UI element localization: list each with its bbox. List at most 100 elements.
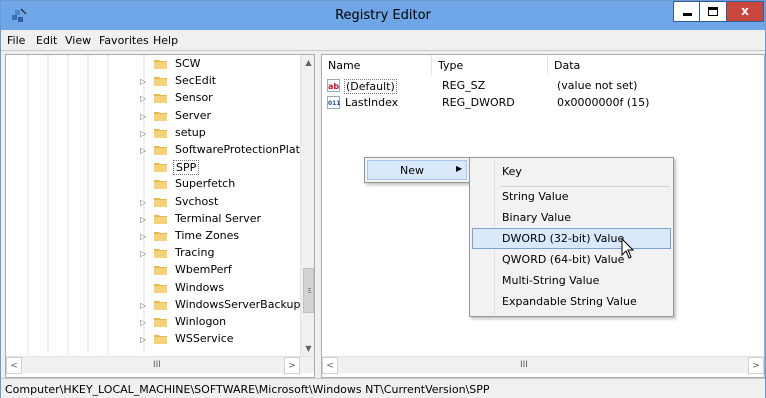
maximize-button[interactable] — [700, 1, 727, 22]
submenu-item-expandable-string-value[interactable]: Expandable String Value — [472, 291, 671, 312]
expand-arrow-icon[interactable]: ▷ — [140, 91, 148, 106]
submenu-item-string-value[interactable]: String Value — [472, 186, 671, 207]
status-bar: Computer\HKEY_LOCAL_MACHINE\SOFTWARE\Mic… — [1, 378, 765, 398]
menu-item-new[interactable]: New ▶ — [367, 160, 467, 180]
column-header-data[interactable]: Data — [548, 55, 764, 75]
tree-hscroll-grip: III — [153, 360, 161, 370]
menu-bar: File Edit View Favorites Help — [1, 30, 765, 51]
tree-item-label: Tracing — [175, 246, 215, 260]
scroll-up-icon[interactable]: ▲ — [301, 55, 314, 70]
folder-icon — [154, 77, 167, 87]
submenu-item-label: Key — [502, 165, 522, 178]
scroll-left-icon[interactable]: < — [6, 357, 22, 374]
grip-icon — [308, 288, 311, 289]
expand-arrow-icon[interactable]: ▷ — [140, 332, 148, 347]
expand-arrow-icon[interactable]: ▷ — [140, 143, 148, 158]
tree-item[interactable]: Superfetch — [6, 176, 302, 193]
value-name: LastIndex — [345, 96, 399, 109]
folder-icon — [154, 214, 167, 224]
menu-edit[interactable]: Edit — [36, 34, 57, 47]
tree-item-label: Sensor — [175, 91, 213, 105]
tree-item[interactable]: ▷ Svchost — [6, 194, 302, 211]
tree-item[interactable]: ▷ SoftwareProtectionPlatfor — [6, 142, 314, 159]
key-path: Computer\HKEY_LOCAL_MACHINE\SOFTWARE\Mic… — [5, 383, 490, 396]
expand-arrow-icon[interactable]: ▷ — [140, 74, 148, 89]
submenu-item-key[interactable]: Key — [472, 161, 671, 182]
tree-item-label: SoftwareProtectionPlatfor — [175, 143, 315, 156]
tree-item-label: Server — [175, 108, 212, 122]
tree-item[interactable]: ▷ SecEdit — [6, 73, 302, 90]
tree-item[interactable]: WbemPerf — [6, 262, 302, 279]
folder-icon — [154, 94, 167, 104]
scroll-left-icon[interactable]: < — [322, 357, 338, 374]
expand-arrow-icon[interactable]: ▷ — [140, 195, 148, 210]
tree-item[interactable]: ▷ Server — [6, 108, 302, 125]
submenu-item-label: Expandable String Value — [502, 295, 637, 308]
expand-arrow-icon[interactable]: ▷ — [140, 109, 148, 124]
expand-arrow-icon[interactable]: ▷ — [140, 246, 148, 261]
string-value-icon: ab — [327, 79, 340, 92]
expand-arrow-icon[interactable]: ▷ — [140, 298, 148, 313]
menu-item-new-label: New — [400, 164, 424, 177]
folder-icon — [154, 146, 167, 155]
new-submenu: Key String Value Binary Value DWORD (32-… — [469, 157, 674, 317]
menu-favorites[interactable]: Favorites — [99, 34, 149, 47]
folder-icon — [154, 111, 167, 121]
folder-icon — [154, 249, 167, 259]
expand-arrow-icon[interactable]: ▷ — [140, 315, 148, 330]
binary-value-icon: 011 — [327, 96, 341, 109]
folder-icon — [154, 60, 167, 69]
value-row[interactable]: ab (Default) REG_SZ (value not set) — [322, 77, 762, 94]
value-data: (value not set) — [557, 79, 638, 92]
tree-item[interactable]: ▷ Winlogon — [6, 314, 302, 331]
tree-item-label: Svchost — [175, 194, 219, 208]
tree-vertical-scrollbar[interactable]: ▲ ▼ — [300, 55, 314, 356]
submenu-item-label: DWORD (32-bit) Value — [502, 232, 625, 245]
submenu-item-label: QWORD (64-bit) Value — [502, 253, 625, 266]
title-bar[interactable]: Registry Editor x — [1, 1, 765, 30]
folder-icon — [154, 318, 167, 327]
tree-item[interactable]: ▷ Time Zones — [6, 228, 302, 245]
list-horizontal-scrollbar[interactable]: < III > — [322, 356, 764, 374]
column-header-name[interactable]: Name — [322, 55, 432, 75]
folder-icon — [154, 335, 167, 345]
tree-item[interactable]: ▷ WSService — [6, 331, 302, 348]
tree-item[interactable]: Windows — [6, 280, 302, 297]
scroll-down-icon[interactable]: ▼ — [301, 341, 314, 356]
tree-scroll-thumb[interactable] — [303, 268, 314, 313]
menu-help[interactable]: Help — [153, 34, 178, 47]
submenu-item-binary-value[interactable]: Binary Value — [472, 207, 671, 228]
tree-item-label: WbemPerf — [175, 263, 232, 277]
scroll-right-icon[interactable]: > — [284, 357, 300, 374]
expand-arrow-icon[interactable]: ▷ — [140, 229, 148, 244]
folder-icon — [154, 128, 167, 138]
minimize-button[interactable] — [673, 1, 700, 22]
tree-item[interactable]: ▷ Tracing — [6, 245, 302, 262]
folder-icon — [154, 232, 167, 241]
tree-item[interactable]: ▷ WindowsServerBackup — [6, 297, 302, 314]
tree-horizontal-scrollbar[interactable]: < III > — [6, 356, 314, 374]
expand-arrow-icon[interactable]: ▷ — [140, 212, 148, 227]
submenu-item-qword-value[interactable]: QWORD (64-bit) Value — [472, 249, 671, 270]
tree-item-label: SecEdit — [175, 74, 217, 88]
folder-icon — [154, 300, 167, 310]
close-button[interactable]: x — [727, 1, 764, 22]
value-type: REG_DWORD — [442, 96, 515, 109]
menu-file[interactable]: File — [7, 34, 25, 47]
scroll-right-icon[interactable]: > — [748, 357, 764, 374]
submenu-item-label: Multi-String Value — [502, 274, 600, 287]
value-row[interactable]: 011 LastIndex REG_DWORD 0x0000000f (15) — [322, 94, 762, 111]
tree-item[interactable]: ▷ Terminal Server — [6, 211, 302, 228]
key-tree-pane[interactable]: SCW ▷ SecEdit ▷ Sensor ▷ Server ▷ setup ▷ Software… — [5, 54, 315, 378]
tree-item[interactable]: ▷ setup — [6, 125, 302, 142]
submenu-item-multi-string-value[interactable]: Multi-String Value — [472, 270, 671, 291]
tree-item[interactable]: SPP — [6, 159, 302, 176]
submenu-item-dword-value[interactable]: DWORD (32-bit) Value — [472, 228, 671, 249]
column-header-type[interactable]: Type — [432, 55, 548, 75]
submenu-arrow-icon: ▶ — [456, 164, 463, 173]
menu-view[interactable]: View — [65, 34, 91, 47]
tree-item[interactable]: ▷ Sensor — [6, 90, 302, 107]
tree-item[interactable]: SCW — [6, 56, 302, 73]
submenu-item-label: String Value — [502, 190, 569, 203]
expand-arrow-icon[interactable]: ▷ — [140, 126, 148, 141]
